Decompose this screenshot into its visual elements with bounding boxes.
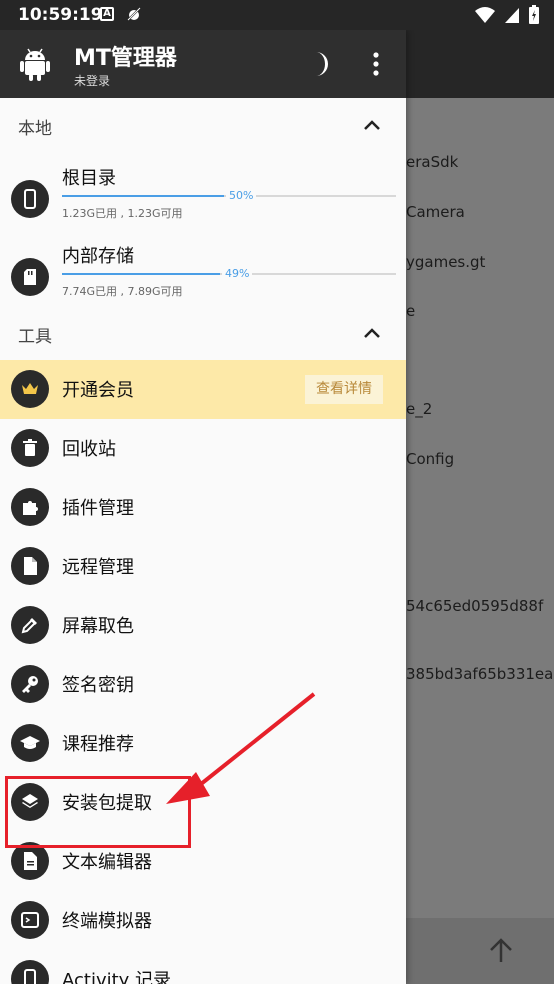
- login-status[interactable]: 未登录: [74, 72, 110, 89]
- storage-usage: 7.74G已用 , 7.89G可用: [62, 285, 183, 298]
- background-row: 385bd3af65b331ea: [406, 665, 554, 683]
- app-title: MT管理器: [74, 46, 177, 71]
- storage-name: 内部存储: [62, 246, 134, 267]
- tool-item-plugins[interactable]: 插件管理: [0, 478, 406, 537]
- annotation-highlight-box: [5, 776, 191, 848]
- storage-percent: 50%: [226, 189, 257, 202]
- tool-item-courses[interactable]: 课程推荐: [0, 714, 406, 773]
- storage-progress-fill: [62, 273, 220, 275]
- phone-icon: [11, 960, 49, 984]
- tool-label: 开通会员: [62, 380, 134, 401]
- storage-root[interactable]: 根目录 50% 1.23G已用 , 1.23G可用: [0, 160, 406, 234]
- android-icon: [20, 48, 50, 81]
- chevron-up-icon[interactable]: [362, 324, 382, 344]
- background-row: 54c65ed0595d88f: [406, 597, 544, 615]
- background-row: eraSdk: [406, 153, 459, 171]
- tool-label: 课程推荐: [62, 734, 134, 755]
- graduation-cap-icon: [11, 724, 49, 762]
- more-menu-icon[interactable]: [366, 50, 386, 78]
- background-toolbar: [406, 30, 554, 98]
- key-icon: [11, 665, 49, 703]
- status-bar: 10:59:19 A: [0, 0, 554, 30]
- tool-item-vip[interactable]: 开通会员 查看详情: [0, 360, 406, 419]
- tool-label: 远程管理: [62, 557, 134, 578]
- storage-percent: 49%: [222, 267, 253, 280]
- tool-label: 插件管理: [62, 498, 134, 519]
- background-row: e_2: [406, 400, 433, 418]
- tool-item-activity-log[interactable]: Activity 记录: [0, 950, 406, 984]
- system-icons: [474, 5, 540, 25]
- background-row: e: [406, 302, 416, 320]
- storage-progress-fill: [62, 195, 224, 197]
- background-row: Camera: [406, 203, 465, 221]
- battery-icon: [529, 5, 539, 24]
- section-title: 本地: [18, 119, 52, 139]
- section-title: 工具: [18, 327, 52, 347]
- section-local[interactable]: 本地: [0, 106, 406, 146]
- tool-label: 屏幕取色: [62, 616, 134, 637]
- trash-icon: [11, 429, 49, 467]
- sd-card-icon: [11, 258, 49, 296]
- signal-icon: [505, 8, 519, 23]
- tool-item-color-picker[interactable]: 屏幕取色: [0, 596, 406, 655]
- background-row: ygames.gt: [406, 253, 486, 271]
- phone-icon: [11, 180, 49, 218]
- notification-bug-icon: [126, 6, 142, 26]
- background-row: Config: [406, 450, 455, 468]
- storage-internal[interactable]: 内部存储 49% 7.74G已用 , 7.89G可用: [0, 238, 406, 312]
- wifi-icon: [475, 7, 495, 23]
- tool-label: 文本编辑器: [62, 852, 152, 873]
- file-icon: [11, 547, 49, 585]
- chevron-up-icon[interactable]: [362, 116, 382, 136]
- section-tools[interactable]: 工具: [0, 314, 406, 354]
- tool-item-terminal[interactable]: 终端模拟器: [0, 891, 406, 950]
- storage-usage: 1.23G已用 , 1.23G可用: [62, 207, 183, 220]
- tool-label: 回收站: [62, 439, 116, 460]
- tool-item-remote[interactable]: 远程管理: [0, 537, 406, 596]
- status-time: 10:59:19: [18, 5, 103, 25]
- tool-label: 签名密钥: [62, 675, 134, 696]
- crown-icon: [11, 370, 49, 408]
- view-details-button[interactable]: 查看详情: [305, 375, 383, 404]
- tool-item-signing-keys[interactable]: 签名密钥: [0, 655, 406, 714]
- terminal-icon: [11, 901, 49, 939]
- storage-name: 根目录: [62, 168, 116, 189]
- puzzle-icon: [11, 488, 49, 526]
- arrow-up-icon[interactable]: [486, 936, 516, 966]
- notification-a-icon: A: [100, 7, 114, 21]
- night-mode-icon[interactable]: [302, 50, 330, 78]
- eyedropper-icon: [11, 606, 49, 644]
- background-bottom-bar: [406, 918, 554, 984]
- tool-item-recycle-bin[interactable]: 回收站: [0, 419, 406, 478]
- tool-label: Activity 记录: [62, 970, 172, 984]
- drawer-header: MT管理器 未登录: [0, 30, 406, 98]
- tool-label: 终端模拟器: [62, 911, 152, 932]
- background-panel: [406, 30, 554, 984]
